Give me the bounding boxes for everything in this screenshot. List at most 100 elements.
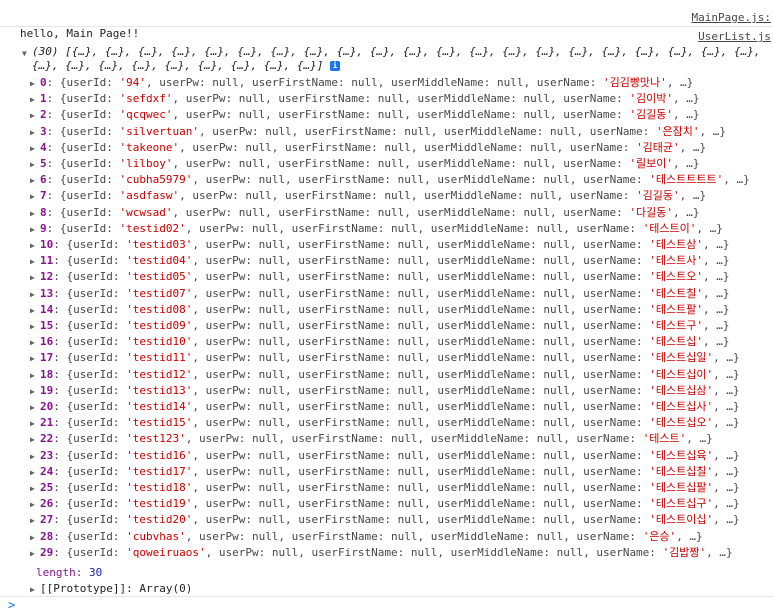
array-item-row[interactable]: ▶ 24: {userId: 'testid17', userPw: null, … — [30, 464, 767, 480]
array-item-row[interactable]: ▶ 29: {userId: 'qoweiruaos', userPw: null… — [30, 545, 767, 561]
expand-arrow-right-icon[interactable]: ▶ — [30, 416, 40, 431]
source-link-mainpage[interactable]: MainPage.js: — [692, 10, 771, 26]
user-id-value: 'testid20' — [126, 513, 193, 527]
array-item-row[interactable]: ▶ 1: {userId: 'sefdxf', userPw: null, use… — [30, 91, 767, 107]
expand-arrow-right-icon[interactable]: ▶ — [30, 76, 40, 91]
array-item-row[interactable]: ▶ 23: {userId: 'testid16', userPw: null, … — [30, 448, 767, 464]
expand-arrow-right-icon[interactable]: ▶ — [30, 530, 40, 545]
user-id-value: 'testid16' — [126, 448, 193, 462]
expand-arrow-right-icon[interactable]: ▶ — [30, 287, 40, 302]
prototype-row[interactable]: ▶ [[Prototype]]: Array(0) — [30, 581, 767, 597]
array-item-row[interactable]: ▶ 7: {userId: 'asdfasw', userPw: null, us… — [30, 188, 767, 204]
user-id-value: 'silvertuan' — [119, 124, 199, 138]
user-name-value: '테스트' — [642, 432, 687, 446]
array-item-row[interactable]: ▶ 17: {userId: 'testid11', userPw: null, … — [30, 350, 767, 366]
user-id-value: '94' — [119, 76, 146, 89]
array-item-row[interactable]: ▶ 16: {userId: 'testid10', userPw: null, … — [30, 334, 767, 350]
expand-arrow-right-icon[interactable]: ▶ — [30, 432, 40, 447]
item-index: 19 — [40, 383, 54, 397]
expand-arrow-right-icon[interactable]: ▶ — [30, 465, 40, 480]
expand-arrow-right-icon[interactable]: ▶ — [30, 222, 40, 237]
expand-arrow-right-icon[interactable]: ▶ — [30, 400, 40, 415]
expand-arrow-right-icon[interactable]: ▶ — [30, 513, 40, 528]
user-id-value: 'test123' — [126, 432, 186, 446]
array-item-row[interactable]: ▶ 14: {userId: 'testid08', userPw: null, … — [30, 302, 767, 318]
array-item-row[interactable]: ▶ 11: {userId: 'testid04', userPw: null, … — [30, 253, 767, 269]
log-message: hello, Main Page!! — [20, 27, 140, 40]
user-id-value: 'cubvhas' — [126, 529, 186, 543]
expand-arrow-right-icon[interactable]: ▶ — [30, 582, 40, 597]
item-index: 2 — [40, 108, 47, 122]
item-index: 6 — [40, 173, 47, 187]
array-item-row[interactable]: ▶ 26: {userId: 'testid19', userPw: null, … — [30, 496, 767, 512]
array-item-row[interactable]: ▶ 20: {userId: 'testid14', userPw: null, … — [30, 399, 767, 415]
console-log-entry: hello, Main Page!! MainPage.js: — [0, 10, 773, 40]
expand-arrow-right-icon[interactable]: ▶ — [30, 546, 40, 561]
expand-arrow-right-icon[interactable]: ▶ — [30, 108, 40, 123]
array-item-row[interactable]: ▶ 0: {userId: '94', userPw: null, userFir… — [30, 75, 767, 91]
info-icon[interactable]: i — [330, 61, 341, 71]
array-item-row[interactable]: ▶ 4: {userId: 'takeone', userPw: null, us… — [30, 140, 767, 156]
array-item-row[interactable]: ▶ 27: {userId: 'testid20', userPw: null, … — [30, 512, 767, 528]
array-item-row[interactable]: ▶ 8: {userId: 'wcwsad', userPw: null, use… — [30, 205, 767, 221]
user-name-value: '김이박' — [629, 92, 674, 106]
item-index: 11 — [40, 254, 54, 268]
user-name-value: '김태균' — [636, 140, 680, 154]
user-name-value: '테스트십칠' — [649, 464, 714, 478]
item-index: 17 — [40, 351, 54, 365]
expand-arrow-right-icon[interactable]: ▶ — [30, 141, 40, 156]
expand-arrow-right-icon[interactable]: ▶ — [30, 497, 40, 512]
array-item-row[interactable]: ▶ 25: {userId: 'testid18', userPw: null, … — [30, 480, 767, 496]
user-id-value: 'testid19' — [126, 497, 193, 511]
item-index: 23 — [40, 448, 54, 462]
expand-arrow-right-icon[interactable]: ▶ — [30, 206, 40, 221]
expand-arrow-right-icon[interactable]: ▶ — [30, 303, 40, 318]
array-summary[interactable]: (30) [{…}, {…}, {…}, {…}, {…}, {…}, {…},… — [32, 45, 772, 73]
array-item-row[interactable]: ▶ 22: {userId: 'test123', userPw: null, u… — [30, 431, 767, 447]
user-id-value: 'takeone' — [119, 140, 180, 154]
expand-arrow-right-icon[interactable]: ▶ — [30, 481, 40, 496]
array-item-row[interactable]: ▶ 21: {userId: 'testid15', userPw: null, … — [30, 415, 767, 431]
expand-arrow-right-icon[interactable]: ▶ — [30, 270, 40, 285]
expand-arrow-right-icon[interactable]: ▶ — [30, 238, 40, 253]
expand-arrow-down-icon[interactable]: ▼ — [22, 49, 32, 58]
array-item-row[interactable]: ▶ 13: {userId: 'testid07', userPw: null, … — [30, 286, 767, 302]
expand-arrow-right-icon[interactable]: ▶ — [30, 92, 40, 107]
user-name-value: '테스트구' — [649, 319, 704, 332]
expand-arrow-right-icon[interactable]: ▶ — [30, 254, 40, 269]
expand-arrow-right-icon[interactable]: ▶ — [30, 335, 40, 350]
user-id-value: 'qcqwec' — [119, 108, 173, 122]
user-id-value: 'wcwsad' — [119, 205, 173, 219]
array-item-row[interactable]: ▶ 10: {userId: 'testid03', userPw: null, … — [30, 237, 767, 253]
expand-arrow-right-icon[interactable]: ▶ — [30, 449, 40, 464]
user-id-value: 'testid15' — [126, 416, 193, 430]
user-name-value: '은잠치' — [655, 124, 700, 138]
array-item-row[interactable]: ▶ 3: {userId: 'silvertuan', userPw: null,… — [30, 124, 767, 140]
array-item-row[interactable]: ▶ 5: {userId: 'lilboy', userPw: null, use… — [30, 156, 767, 172]
array-item-row[interactable]: ▶ 2: {userId: 'qcqwec', userPw: null, use… — [30, 107, 767, 123]
console-prompt-icon[interactable]: > — [8, 598, 15, 612]
array-item-row[interactable]: ▶ 9: {userId: 'testid02', userPw: null, u… — [30, 221, 767, 237]
expand-arrow-right-icon[interactable]: ▶ — [30, 173, 40, 188]
expand-arrow-right-icon[interactable]: ▶ — [30, 157, 40, 172]
array-item-row[interactable]: ▶ 6: {userId: 'cubha5979', userPw: null, … — [30, 172, 767, 188]
expand-arrow-right-icon[interactable]: ▶ — [30, 319, 40, 334]
array-item-row[interactable]: ▶ 19: {userId: 'testid13', userPw: null, … — [30, 383, 767, 399]
array-item-row[interactable]: ▶ 15: {userId: 'testid09', userPw: null, … — [30, 318, 767, 334]
item-index: 15 — [40, 319, 54, 332]
user-name-value: '테스트십구' — [649, 497, 714, 511]
array-item-row[interactable]: ▶ 18: {userId: 'testid12', userPw: null, … — [30, 367, 767, 383]
item-index: 0 — [40, 76, 47, 89]
user-name-value: '테스트오' — [649, 270, 704, 284]
expand-arrow-right-icon[interactable]: ▶ — [30, 368, 40, 383]
length-property: length: 30 — [36, 566, 103, 579]
array-item-row[interactable]: ▶ 28: {userId: 'cubvhas', userPw: null, u… — [30, 529, 767, 545]
item-index: 25 — [40, 481, 54, 494]
source-link-userlist[interactable]: UserList.js — [698, 30, 771, 43]
expand-arrow-right-icon[interactable]: ▶ — [30, 384, 40, 399]
expand-arrow-right-icon[interactable]: ▶ — [30, 351, 40, 366]
expand-arrow-right-icon[interactable]: ▶ — [30, 125, 40, 140]
item-index: 13 — [40, 286, 54, 300]
expand-arrow-right-icon[interactable]: ▶ — [30, 189, 40, 204]
array-item-row[interactable]: ▶ 12: {userId: 'testid05', userPw: null, … — [30, 269, 767, 285]
